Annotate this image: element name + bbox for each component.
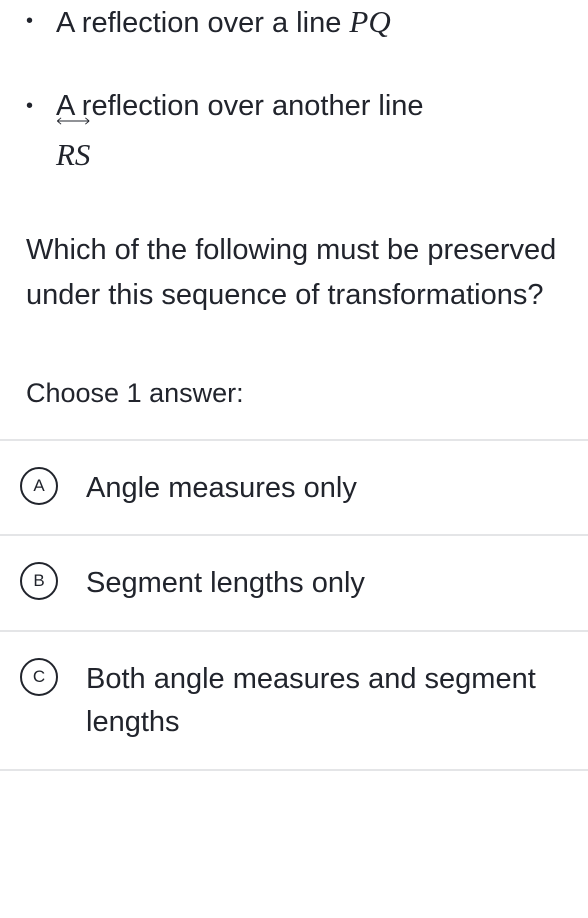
- choice-text-a: Angle measures only: [86, 465, 357, 511]
- math-line-rs: RS: [56, 133, 90, 178]
- math-label: PQ: [349, 4, 390, 39]
- choice-text-b: Segment lengths only: [86, 560, 365, 606]
- bullet-item: A reflection over a line PQ: [56, 0, 562, 45]
- choice-text-c: Both angle measures and segment lengths: [86, 656, 562, 745]
- bullet-prefix: A reflection over another line: [56, 90, 424, 122]
- instruction-text: Choose 1 answer:: [26, 378, 562, 409]
- bullet-text: A reflection over another line RS: [56, 90, 424, 172]
- math-label: RS: [56, 137, 90, 172]
- radio-letter-c: C: [20, 658, 58, 696]
- line-arrow-icon: [349, 0, 390, 2]
- radio-letter-a: A: [20, 467, 58, 505]
- choice-c[interactable]: C Both angle measures and segment length…: [0, 630, 588, 771]
- radio-letter-b: B: [20, 562, 58, 600]
- bullet-item: A reflection over another line RS: [56, 85, 562, 178]
- choice-b[interactable]: B Segment lengths only: [0, 534, 588, 630]
- question-text: Which of the following must be preserved…: [26, 228, 562, 318]
- answer-choices: A Angle measures only B Segment lengths …: [0, 439, 588, 771]
- bullet-text: A reflection over a line PQ: [56, 7, 391, 39]
- choice-a[interactable]: A Angle measures only: [0, 439, 588, 535]
- line-arrow-icon: [56, 114, 90, 128]
- bullet-prefix: A reflection over a line: [56, 7, 349, 39]
- math-line-pq: PQ: [349, 0, 390, 45]
